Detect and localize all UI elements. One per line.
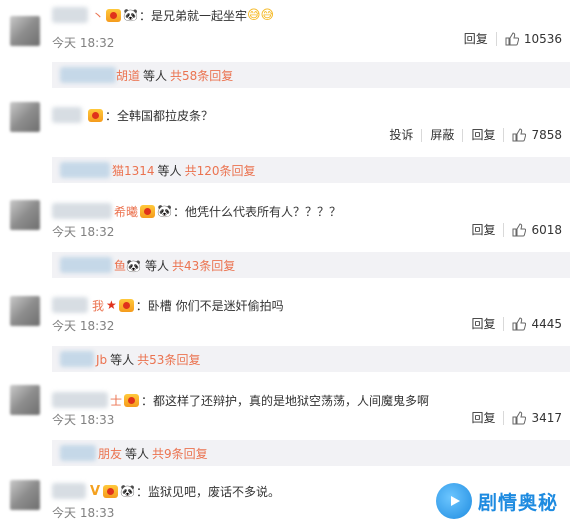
reply-button[interactable]: 回复 [462, 128, 503, 142]
username-tail[interactable]: 士 [110, 392, 122, 409]
like-count: 4445 [531, 316, 562, 331]
vip-badge-icon [118, 298, 134, 312]
star-icon: ★ [106, 298, 117, 312]
like-button[interactable]: 4445 [503, 317, 570, 331]
like-count: 10536 [523, 31, 562, 46]
reply-button[interactable]: 回复 [463, 223, 503, 237]
thumb-up-icon [512, 128, 527, 142]
thumb-up-icon [512, 411, 527, 425]
reply-count-link[interactable]: 共58条回复 [170, 67, 233, 84]
vip-badge-icon [140, 204, 156, 218]
vip-badge-icon [88, 108, 103, 122]
reply-username-tail[interactable]: 朋友 [98, 445, 122, 462]
vip-badge-icon [106, 8, 122, 22]
reply-username-redacted [60, 67, 116, 83]
reply-button[interactable]: 回复 [463, 411, 503, 425]
username-tail[interactable]: 我 [92, 297, 104, 314]
comment-text: 他凭什么代表所有人？？？？ [184, 204, 341, 219]
reply-summary[interactable]: Jb 等人 共53条回复 [52, 346, 570, 372]
avatar[interactable] [10, 480, 40, 510]
reply-username-tail[interactable]: 猫1314 [112, 162, 155, 179]
thumb-up-icon [512, 317, 527, 331]
comment-time: 今天 18:32 [52, 225, 115, 239]
reply-username-tail[interactable]: 胡道 [116, 67, 140, 84]
comment-text: 卧槽 你们不是迷奸偷拍吗 [147, 298, 284, 313]
comment-actions: 回复 10536 [456, 32, 570, 46]
verified-v-icon: V [90, 483, 101, 499]
reply-count-link[interactable]: 共53条回复 [137, 351, 200, 368]
block-button[interactable]: 屏蔽 [421, 128, 462, 142]
comment-time: 今天 18:33 [52, 506, 115, 520]
reply-username-redacted [60, 445, 96, 461]
sweat-smile-emoji-icon: 😅😅 [247, 7, 275, 23]
reply-count-link[interactable]: 共120条回复 [185, 162, 256, 179]
comment-time: 今天 18:33 [52, 413, 115, 427]
comment-actions: 回复 3417 [463, 411, 570, 425]
username-redacted[interactable] [52, 107, 82, 123]
comment-time: 今天 18:32 [52, 319, 115, 333]
reply-summary[interactable]: 胡道 等人 共58条回复 [52, 62, 570, 88]
reply-summary[interactable]: 朋友 等人 共9条回复 [52, 440, 570, 466]
reply-username-redacted [60, 351, 94, 367]
like-button[interactable]: 6018 [503, 223, 570, 237]
like-button[interactable]: 3417 [503, 411, 570, 425]
panda-emoji-icon: 🐼 [126, 258, 141, 273]
comment-text: 是兄弟就一起坐牢 [150, 8, 247, 23]
username-tail[interactable]: 丶 [92, 7, 104, 24]
username-redacted[interactable] [52, 7, 88, 23]
comment-actions: 投诉 屏蔽 回复 7858 [381, 128, 570, 142]
thumb-up-icon [512, 223, 527, 237]
like-count: 7858 [531, 127, 562, 142]
reply-button[interactable]: 回复 [463, 317, 503, 331]
reply-username-redacted [60, 162, 110, 178]
avatar[interactable] [10, 16, 40, 46]
avatar[interactable] [10, 102, 40, 132]
panda-emoji-icon: 🐼 [157, 204, 172, 218]
reply-username-tail[interactable]: 鱼 [114, 257, 126, 274]
username-tail[interactable]: 希曦 [114, 203, 138, 220]
comment-actions: 回复 4445 [463, 317, 570, 331]
comment-text: 监狱见吧，废话不多说。 [148, 484, 281, 499]
panda-emoji-icon: 🐼 [123, 8, 138, 22]
like-button[interactable]: 10536 [495, 31, 570, 46]
play-logo-icon [436, 483, 472, 519]
username-redacted[interactable] [52, 297, 88, 313]
reply-count-link[interactable]: 共43条回复 [172, 257, 235, 274]
username-redacted[interactable] [52, 392, 108, 408]
like-button[interactable]: 7858 [503, 128, 570, 142]
comment-text: 都这样了还辩护，真的是地狱空荡荡，人间魔鬼多啊 [153, 393, 430, 408]
comment-time: 今天 18:32 [52, 36, 115, 50]
watermark-logo: 剧情奥秘 [432, 477, 572, 525]
thumb-up-icon [505, 32, 519, 46]
vip-badge-icon [103, 484, 119, 498]
watermark-text: 剧情奥秘 [478, 491, 559, 514]
avatar[interactable] [10, 385, 40, 415]
vip-badge-icon [124, 393, 140, 407]
avatar[interactable] [10, 200, 40, 230]
avatar[interactable] [10, 296, 40, 326]
username-redacted[interactable] [52, 483, 86, 499]
reply-count-link[interactable]: 共9条回复 [152, 445, 208, 462]
reply-button[interactable]: 回复 [456, 32, 496, 46]
panda-emoji-icon: 🐼 [120, 484, 136, 498]
username-redacted[interactable] [52, 203, 112, 219]
reply-username-redacted [60, 257, 112, 273]
like-count: 3417 [531, 410, 562, 425]
comment-actions: 回复 6018 [463, 223, 570, 237]
reply-summary[interactable]: 鱼 🐼 等人 共43条回复 [52, 252, 570, 278]
like-count: 6018 [531, 222, 562, 237]
reply-username-tail[interactable]: Jb [96, 353, 107, 367]
comment-text: 全韩国都拉皮条？ [117, 108, 214, 123]
report-button[interactable]: 投诉 [381, 128, 421, 142]
reply-summary[interactable]: 猫1314 等人 共120条回复 [52, 157, 570, 183]
